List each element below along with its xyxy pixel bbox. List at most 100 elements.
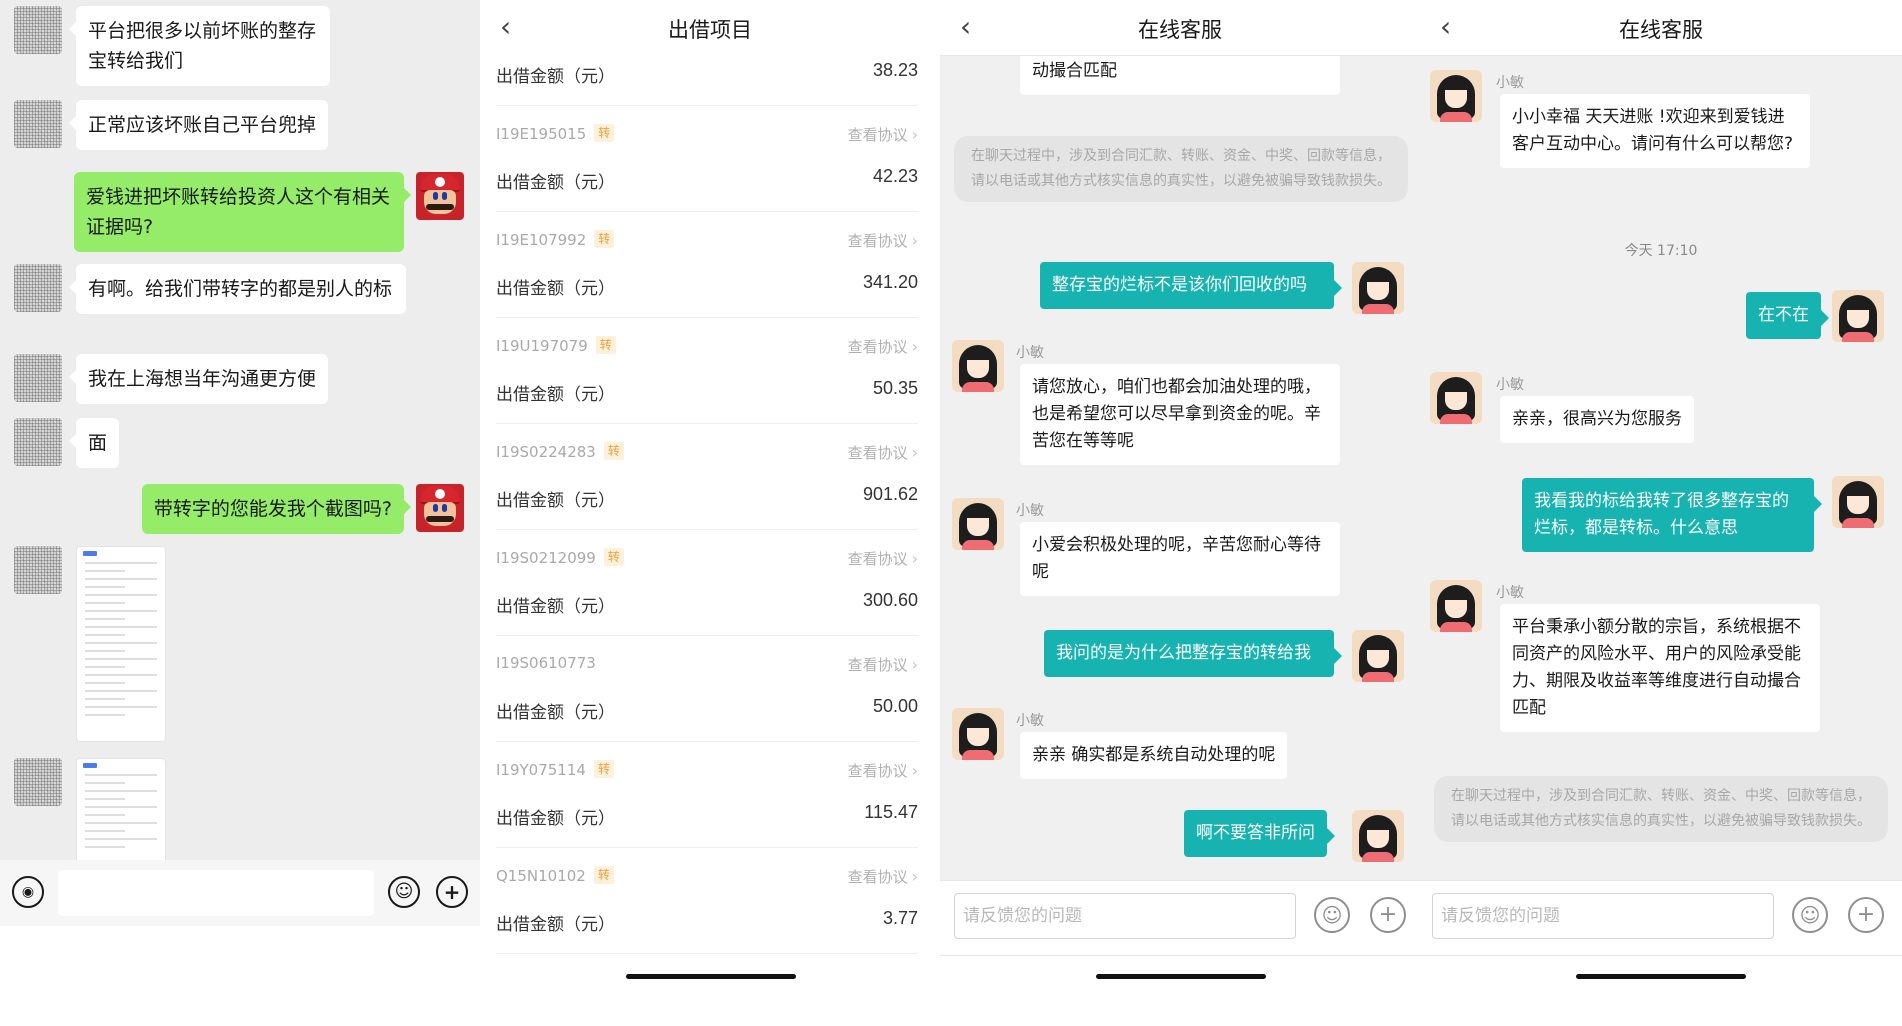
list-item[interactable]: I19S0212099 转 查看协议 › 出借金额（元） 300.60 <box>496 530 918 636</box>
plus-icon[interactable]: + <box>1370 897 1406 933</box>
feedback-input[interactable]: 请反馈您的问题 <box>1432 893 1774 939</box>
list-item[interactable]: I19U197079 转 查看协议 › 出借金额（元） 50.35 <box>496 318 918 424</box>
feedback-input[interactable]: 请反馈您的问题 <box>954 893 1296 939</box>
home-indicator[interactable] <box>1576 974 1746 979</box>
transfer-badge: 转 <box>593 866 614 884</box>
message-bubble[interactable]: 啊不要答非所问 <box>1184 810 1335 857</box>
list-item[interactable]: Q15N10102 转 查看协议 › 出借金额（元） 3.77 <box>496 848 918 954</box>
avatar[interactable] <box>14 758 62 806</box>
view-agreement-link[interactable]: 查看协议 › <box>848 124 918 145</box>
screenshot-image[interactable] <box>76 758 166 868</box>
avatar[interactable] <box>416 484 464 532</box>
voice-icon[interactable]: ◉ <box>12 876 44 908</box>
amount-value: 3.77 <box>882 908 918 928</box>
message-bubble[interactable]: 爱钱进把坏账转给投资人这个有相关证据吗? <box>74 172 411 252</box>
view-agreement-link[interactable]: 查看协议 › <box>848 760 918 781</box>
message-bubble[interactable]: 在不在 <box>1746 292 1829 339</box>
avatar[interactable] <box>1832 476 1884 528</box>
loan-code-text: I19E107992 <box>496 231 587 249</box>
view-agreement-link[interactable]: 查看协议 › <box>848 654 918 675</box>
loan-code: I19U197079 转 <box>496 336 616 355</box>
plus-icon[interactable]: + <box>436 876 468 908</box>
transfer-badge: 转 <box>603 548 624 566</box>
agent-name: 小敏 <box>1496 377 1524 393</box>
message-bubble[interactable]: 我在上海想当年沟通更方便 <box>68 354 329 404</box>
agent-avatar[interactable] <box>952 498 1004 550</box>
message-bubble[interactable]: 平台秉承小额分散的宗旨，系统根据不同资产的风险水平、用户的风险承受能力、期限及收… <box>1500 604 1820 732</box>
avatar[interactable] <box>14 100 62 148</box>
agent-avatar[interactable] <box>952 708 1004 760</box>
input-bar: 请反馈您的问题 ☺ + <box>940 880 1420 956</box>
message-input[interactable] <box>58 870 374 916</box>
loan-code: I19S0212099 转 <box>496 548 624 567</box>
message-bubble[interactable]: 我问的是为什么把整存宝的转给我 <box>1044 630 1342 677</box>
message-bubble[interactable]: 面 <box>68 418 120 468</box>
message-bubble[interactable]: 整存宝的烂标不是该你们回收的吗 <box>1040 262 1342 309</box>
message-bubble[interactable]: 我看我的标给我转了很多整存宝的烂标，都是转标。什么意思 <box>1522 478 1822 552</box>
message-bubble[interactable]: 平台把很多以前坏账的整存宝转给我们 <box>69 6 330 86</box>
loan-code-text: I19U197079 <box>496 337 588 355</box>
agent-name: 小敏 <box>1016 713 1044 729</box>
view-agreement-label: 查看协议 <box>847 338 908 356</box>
list-item[interactable]: I19Y075114 转 查看协议 › 出借金额（元） 115.47 <box>496 742 918 848</box>
message-bubble[interactable]: 正常应该坏账自己平台兜掉 <box>68 100 329 150</box>
avatar[interactable] <box>1832 290 1884 342</box>
chevron-right-icon: › <box>911 655 918 674</box>
message-bubble[interactable]: 带转字的您能发我个截图吗? <box>141 484 412 534</box>
avatar[interactable] <box>416 172 464 220</box>
agent-avatar[interactable] <box>1430 580 1482 632</box>
message-bubble[interactable]: 请您放心，咱们也都会加油处理的哦，也是希望您可以尽早拿到资金的呢。辛苦您在等等呢 <box>1020 364 1340 465</box>
message-bubble[interactable]: 亲亲 确实都是系统自动处理的呢 <box>1020 732 1288 779</box>
view-agreement-link[interactable]: 查看协议 › <box>848 442 918 463</box>
avatar[interactable] <box>1352 810 1404 862</box>
list-item[interactable]: I19S0610773 查看协议 › 出借金额（元） 50.00 <box>496 636 918 742</box>
avatar[interactable] <box>14 264 62 312</box>
message-bubble[interactable]: 小爱会积极处理的呢，辛苦您耐心等待呢 <box>1020 522 1340 596</box>
agent-name: 小敏 <box>1016 345 1044 361</box>
list-item[interactable]: 出借金额（元） 38.23 <box>496 0 918 106</box>
list-item[interactable]: I19E107992 转 查看协议 › 出借金额（元） 341.20 <box>496 212 918 318</box>
view-agreement-link[interactable]: 查看协议 › <box>848 866 918 887</box>
avatar[interactable] <box>14 546 62 594</box>
chevron-right-icon: › <box>911 443 918 462</box>
message-list[interactable]: 平台把很多以前坏账的整存宝转给我们 正常应该坏账自己平台兜掉 爱钱进把坏账转给投… <box>0 0 480 868</box>
screenshot-image[interactable] <box>76 546 166 742</box>
loan-code: I19S0224283 转 <box>496 442 624 461</box>
home-indicator[interactable] <box>1096 974 1266 979</box>
agent-avatar[interactable] <box>1430 70 1482 122</box>
emoji-icon[interactable]: ☺ <box>1314 897 1350 933</box>
amount-label: 出借金额（元） <box>496 385 615 405</box>
amount-value: 341.20 <box>862 272 918 292</box>
agent-avatar[interactable] <box>952 340 1004 392</box>
view-agreement-link[interactable]: 查看协议 › <box>848 548 918 569</box>
avatar[interactable] <box>14 6 62 54</box>
message-bubble[interactable]: 小小幸福 天天进账 !欢迎来到爱钱进客户互动中心。请问有什么可以帮您? <box>1500 94 1810 168</box>
view-agreement-link[interactable]: 查看协议 › <box>848 230 918 251</box>
agent-avatar[interactable] <box>1430 372 1482 424</box>
view-agreement-label: 查看协议 <box>847 868 908 886</box>
timestamp: 今天 17:10 <box>1624 243 1698 259</box>
avatar[interactable] <box>1352 630 1404 682</box>
home-indicator[interactable] <box>626 974 796 979</box>
avatar[interactable] <box>1352 262 1404 314</box>
message-bubble[interactable]: 亲亲，很高兴为您服务 <box>1500 396 1694 443</box>
view-agreement-link[interactable]: 查看协议 › <box>848 336 918 357</box>
input-bar: 请反馈您的问题 ☺ + <box>1420 880 1902 956</box>
list-item[interactable]: I19E195015 转 查看协议 › 出借金额（元） 42.23 <box>496 106 918 212</box>
loan-list-panel: ‹ 出借项目 出借金额（元） 38.23 I19E195015 转查看协议 › 出借金… <box>480 0 940 1026</box>
security-notice: 在聊天过程中，涉及到合同汇款、转账、资金、中奖、回款等信息，请以电话或其他方式核… <box>1434 776 1888 842</box>
emoji-icon[interactable]: ☺ <box>388 876 420 908</box>
page-title: 在线客服 <box>1138 18 1222 42</box>
amount-label: 出借金额（元） <box>496 703 615 723</box>
message-bubble[interactable]: 有啊。给我们带转字的都是别人的标 <box>69 264 406 314</box>
emoji-icon[interactable]: ☺ <box>1792 897 1828 933</box>
avatar[interactable] <box>14 418 62 466</box>
loan-code-text: I19Y075114 <box>496 761 586 779</box>
wechat-panel: 平台把很多以前坏账的整存宝转给我们 正常应该坏账自己平台兜掉 爱钱进把坏账转给投… <box>0 0 480 1026</box>
loan-code: I19E195015 转 <box>496 124 615 143</box>
list-item[interactable]: I19S0224283 转 查看协议 › 出借金额（元） 901.62 <box>496 424 918 530</box>
plus-icon[interactable]: + <box>1848 897 1884 933</box>
message-text: 动撮合匹配 <box>1032 61 1117 81</box>
amount-value: 42.23 <box>872 166 918 186</box>
avatar[interactable] <box>14 354 62 402</box>
